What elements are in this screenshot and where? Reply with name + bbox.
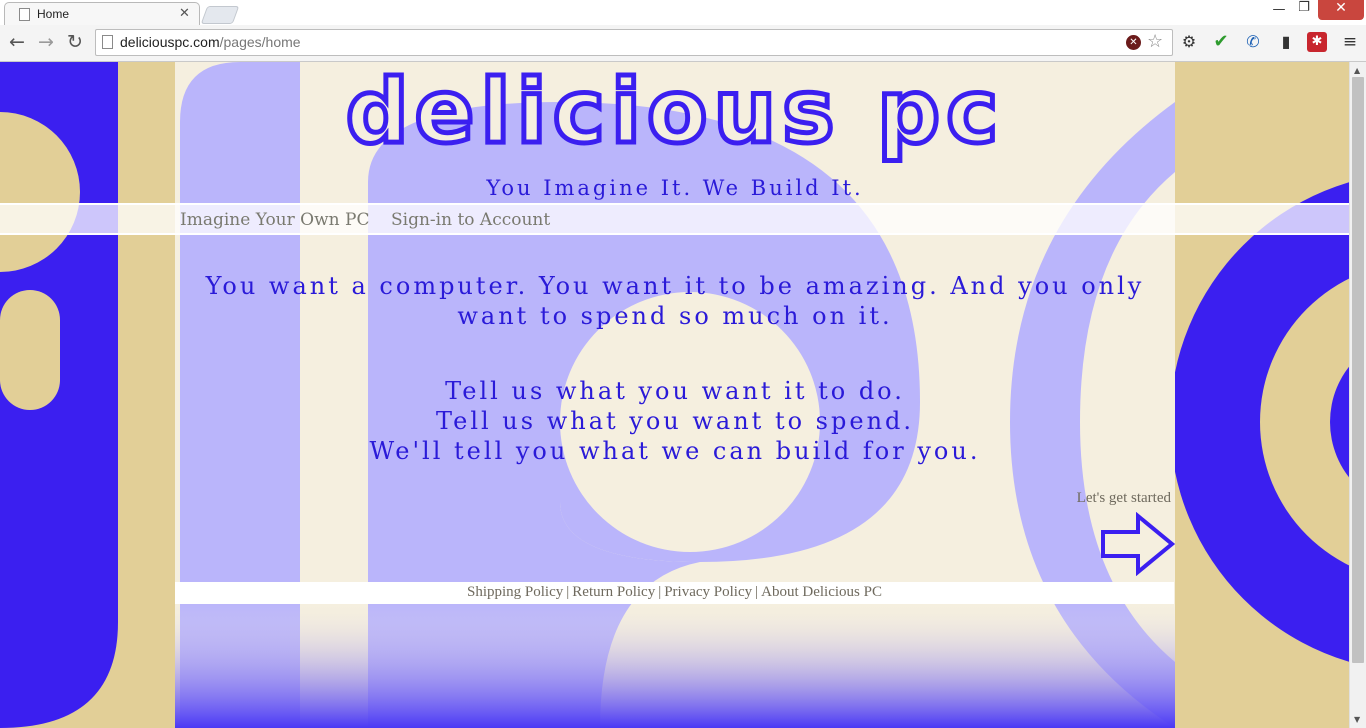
site-tagline: You Imagine It. We Build It. xyxy=(486,176,864,200)
left-letter-gap xyxy=(0,290,60,410)
red-extension-icon[interactable]: ✱ xyxy=(1307,32,1327,52)
right-arrow-icon[interactable] xyxy=(1100,512,1176,576)
nav-imagine-your-own-pc[interactable]: Imagine Your Own PC xyxy=(180,210,369,230)
page-viewport: DELICIOUS PC You Imagine It. We Build It… xyxy=(0,62,1349,728)
minimize-button[interactable]: — xyxy=(1266,2,1292,22)
reload-button[interactable]: ↻ xyxy=(64,32,86,52)
forward-button[interactable]: → xyxy=(35,32,57,52)
bottom-gradient xyxy=(175,602,1175,728)
maximize-button[interactable]: ❐ xyxy=(1291,0,1317,20)
site-footer: Shipping Policy | Return Policy | Privacy Po… xyxy=(175,582,1174,604)
browser-tab[interactable]: Home ✕ xyxy=(4,2,200,26)
scroll-thumb[interactable] xyxy=(1352,77,1364,663)
checkmark-icon[interactable]: ✔ xyxy=(1211,32,1231,52)
step-line: We'll tell you what we can build for you… xyxy=(369,437,981,465)
back-button[interactable]: ← xyxy=(6,32,28,52)
close-window-button[interactable]: ✕ xyxy=(1318,0,1364,20)
browser-toolbar: ← → ↻ deliciouspc.com/pages/home ✕ ☆ ⚙ ✔… xyxy=(0,25,1366,62)
step-line: Tell us what you want it to do. xyxy=(445,377,905,405)
device-icon[interactable]: ▮ xyxy=(1276,32,1296,52)
phone-icon[interactable]: ✆ xyxy=(1243,32,1263,52)
tab-title: Home xyxy=(37,7,70,21)
get-started-label[interactable]: Let's get started xyxy=(1040,490,1171,507)
url-host: deliciouspc.com xyxy=(120,34,220,50)
page-icon xyxy=(102,35,113,49)
left-letter-top xyxy=(0,62,50,102)
footer-separator: | xyxy=(566,584,570,600)
intro-text: You want a computer. You want it to be a… xyxy=(205,272,1145,330)
steps-text: Tell us what you want it to do. Tell us … xyxy=(175,376,1175,466)
gear-icon[interactable]: ⚙ xyxy=(1179,32,1199,52)
footer-separator: | xyxy=(755,584,759,600)
scroll-down-arrow-icon[interactable]: ▼ xyxy=(1354,715,1360,724)
menu-icon[interactable]: ≡ xyxy=(1340,32,1360,52)
scroll-up-arrow-icon[interactable]: ▲ xyxy=(1354,66,1360,75)
address-bar[interactable]: deliciouspc.com/pages/home ✕ ☆ xyxy=(95,29,1173,56)
url-path: /pages/home xyxy=(219,34,301,50)
footer-link-return-policy[interactable]: Return Policy xyxy=(572,584,655,600)
site-logo[interactable]: DELICIOUS PC xyxy=(175,62,1175,166)
bookmark-star-icon[interactable]: ☆ xyxy=(1147,31,1163,52)
footer-link-privacy-policy[interactable]: Privacy Policy xyxy=(664,584,752,600)
tab-close-icon[interactable]: ✕ xyxy=(179,6,190,21)
nav-sign-in-to-account[interactable]: Sign-in to Account xyxy=(391,210,550,230)
new-tab-button[interactable] xyxy=(200,6,240,24)
site-nav-bar: Imagine Your Own PC Sign-in to Account xyxy=(0,203,1349,235)
page-favicon-icon xyxy=(19,8,30,21)
footer-separator: | xyxy=(658,584,662,600)
tab-strip: Home ✕ — ❐ ✕ xyxy=(0,0,1366,26)
vertical-scrollbar[interactable]: ▲ ▼ xyxy=(1349,62,1366,728)
footer-link-shipping-policy[interactable]: Shipping Policy xyxy=(467,584,563,600)
url-text[interactable]: deliciouspc.com/pages/home xyxy=(120,34,301,50)
step-line: Tell us what you want to spend. xyxy=(435,407,915,435)
footer-link-about[interactable]: About Delicious PC xyxy=(761,584,882,600)
blocked-icon[interactable]: ✕ xyxy=(1126,35,1141,50)
